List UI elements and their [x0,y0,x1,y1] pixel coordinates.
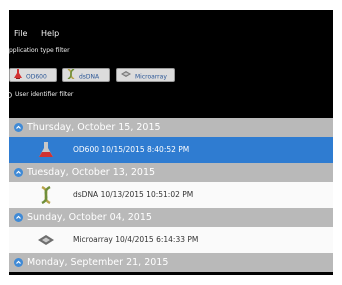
date-group-header[interactable]: Thursday, October 15, 2015 [9,118,333,137]
od600-filter-label: OD600 [26,73,47,81]
measurement-row[interactable]: Microarray 10/4/2015 6:14:33 PM [9,227,333,253]
dna-icon [36,185,56,205]
application-type-filter-label: pplication type filter [9,47,70,54]
flask-icon [36,141,56,159]
date-group-title: Sunday, October 04, 2015 [27,212,152,223]
chevron-up-icon [14,258,23,267]
app-window: File Help pplication type filter OD600 d… [9,10,333,275]
measurement-row[interactable]: dsDNA 10/13/2015 10:51:02 PM [9,182,333,208]
microarray-filter-label: Microarray [135,73,167,81]
menu-file[interactable]: File [14,28,27,40]
measurement-label: Microarray 10/4/2015 6:14:33 PM [73,235,199,244]
menu-help[interactable]: Help [41,28,59,40]
od600-filter-button[interactable]: OD600 [9,68,57,82]
chevron-up-icon [14,123,23,132]
chevron-up-icon [14,168,23,177]
chevron-up-icon [14,213,23,222]
measurement-label: dsDNA 10/13/2015 10:51:02 PM [73,190,194,199]
measurement-label: OD600 10/15/2015 8:40:52 PM [73,145,190,154]
date-group-title: Tuesday, October 13, 2015 [27,167,156,178]
user-identifier-filter-toggle[interactable] [9,92,12,98]
microarray-icon [36,231,56,249]
flask-icon [13,69,23,85]
date-group-header[interactable]: Monday, September 21, 2015 [9,253,333,272]
microarray-filter-button[interactable]: Microarray [116,68,175,82]
menu-bar: File Help [9,28,333,40]
microarray-icon [120,69,132,85]
date-group-header[interactable]: Tuesday, October 13, 2015 [9,163,333,182]
dsdna-filter-label: dsDNA [79,73,100,81]
dsdna-filter-button[interactable]: dsDNA [62,68,110,82]
dna-icon [66,68,76,85]
measurement-row[interactable]: OD600 10/15/2015 8:40:52 PM [9,137,333,163]
user-identifier-filter-label: User identifier filter [15,91,74,98]
date-group-title: Thursday, October 15, 2015 [27,122,161,133]
date-group-title: Monday, September 21, 2015 [27,257,169,268]
date-group-header[interactable]: Sunday, October 04, 2015 [9,208,333,227]
